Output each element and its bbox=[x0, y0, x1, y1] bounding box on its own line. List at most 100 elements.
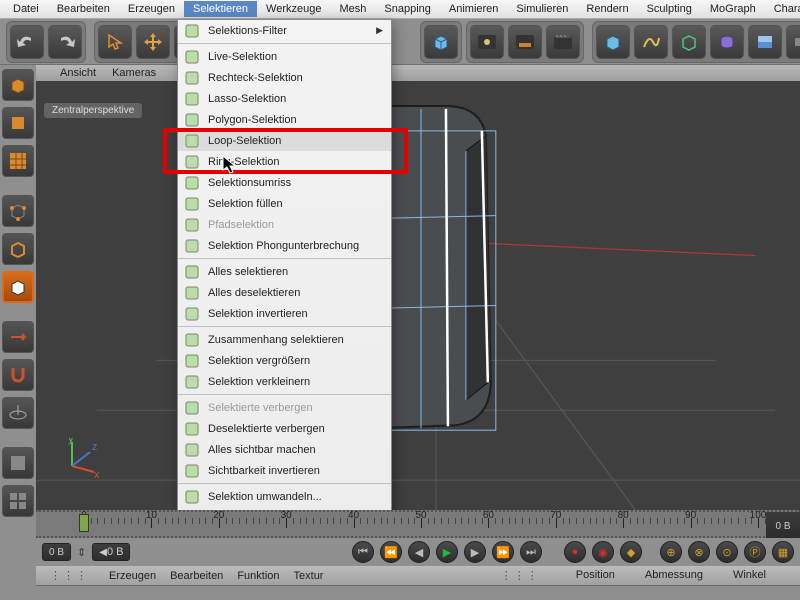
undo-button[interactable] bbox=[10, 25, 44, 59]
menu-item-label: Alles sichtbar machen bbox=[208, 444, 316, 456]
keyframe-button[interactable]: ◆ bbox=[620, 541, 642, 563]
tab-bearbeiten[interactable]: Bearbeiten bbox=[170, 570, 223, 582]
menu-mograph[interactable]: MoGraph bbox=[701, 1, 765, 17]
add-deformer-button[interactable] bbox=[710, 25, 744, 59]
menu-item-zusammenhang-selektieren[interactable]: Zusammenhang selektieren bbox=[178, 329, 391, 350]
snap-button[interactable] bbox=[2, 359, 34, 391]
point-mode-button[interactable] bbox=[2, 195, 34, 227]
timeline[interactable]: 0102030405060708090100 0 B bbox=[36, 510, 800, 538]
add-camera-button[interactable] bbox=[786, 25, 800, 59]
menu-item-pfadselektion: Pfadselektion bbox=[178, 214, 391, 235]
menu-snapping[interactable]: Snapping bbox=[375, 1, 440, 17]
next-key-button[interactable]: ⏩ bbox=[492, 541, 514, 563]
menu-item-label: Sichtbarkeit invertieren bbox=[208, 465, 320, 477]
step-fwd-button[interactable]: ▶ bbox=[464, 541, 486, 563]
menu-item-selektion-vergr-ern[interactable]: Selektion vergrößern bbox=[178, 350, 391, 371]
menu-item-deselektierte-verbergen[interactable]: Deselektierte verbergen bbox=[178, 418, 391, 439]
menu-item-alles-selektieren[interactable]: Alles selektieren bbox=[178, 261, 391, 282]
viewport-tab-kameras[interactable]: Kameras bbox=[112, 67, 156, 79]
prev-key-button[interactable]: ⏪ bbox=[380, 541, 402, 563]
menu-item-rechteck-selektion[interactable]: Rechteck-Selektion bbox=[178, 67, 391, 88]
goto-start-button[interactable]: ⏮ bbox=[352, 541, 374, 563]
timeline-ruler[interactable]: 0102030405060708090100 bbox=[84, 518, 796, 540]
menu-item-loop-selektion[interactable]: Loop-Selektion bbox=[178, 130, 391, 151]
menu-item-selektion-phongunterbrechung[interactable]: Selektion Phongunterbrechung bbox=[178, 235, 391, 256]
menu-rendern[interactable]: Rendern bbox=[577, 1, 637, 17]
menu-item-label: Deselektierte verbergen bbox=[208, 423, 325, 435]
timeline-end-field[interactable]: 0 B bbox=[766, 512, 800, 540]
menu-item-selektions-filter[interactable]: Selektions-Filter▶ bbox=[178, 20, 391, 41]
key-param-button[interactable]: Ⓟ bbox=[744, 541, 766, 563]
menu-item-sichtbarkeit-invertieren[interactable]: Sichtbarkeit invertieren bbox=[178, 460, 391, 481]
step-back-button[interactable]: ◀ bbox=[408, 541, 430, 563]
menu-animieren[interactable]: Animieren bbox=[440, 1, 508, 17]
menu-item-label: Selektion verkleinern bbox=[208, 376, 310, 388]
menu-mesh[interactable]: Mesh bbox=[330, 1, 375, 17]
primitive-cube-button[interactable] bbox=[424, 25, 458, 59]
move-tool[interactable] bbox=[136, 25, 170, 59]
record-button[interactable]: ● bbox=[564, 541, 586, 563]
coord-position-label: Position bbox=[576, 569, 615, 582]
menu-item-lasso-selektion[interactable]: Lasso-Selektion bbox=[178, 88, 391, 109]
menu-charakter[interactable]: Charak bbox=[765, 1, 800, 17]
svg-text:y: y bbox=[68, 438, 74, 445]
add-generator-button[interactable] bbox=[672, 25, 706, 59]
key-scale-button[interactable]: ⊗ bbox=[688, 541, 710, 563]
menu-item-ring-selektion[interactable]: Ring-Selektion bbox=[178, 151, 391, 172]
key-pos-button[interactable]: ⊕ bbox=[660, 541, 682, 563]
menu-item-polygon-selektion[interactable]: Polygon-Selektion bbox=[178, 109, 391, 130]
edge-mode-button[interactable] bbox=[2, 233, 34, 265]
add-cube-button[interactable] bbox=[596, 25, 630, 59]
viewport-tab-ansicht[interactable]: Ansicht bbox=[60, 67, 96, 79]
menu-bearbeiten[interactable]: Bearbeiten bbox=[48, 1, 119, 17]
menu-item-selektion-umwandeln-[interactable]: Selektion umwandeln... bbox=[178, 486, 391, 507]
play-button[interactable]: ▶ bbox=[436, 541, 458, 563]
workplane-button[interactable] bbox=[2, 397, 34, 429]
axis-x-button[interactable] bbox=[2, 321, 34, 353]
redo-button[interactable] bbox=[48, 25, 82, 59]
key-pla-button[interactable]: ▦ bbox=[772, 541, 794, 563]
3d-viewport[interactable]: Zentralperspektive bbox=[36, 81, 800, 510]
autokey-button[interactable]: ◉ bbox=[592, 541, 614, 563]
polygon-mode-button[interactable] bbox=[2, 271, 34, 303]
menu-item-selektionsumriss[interactable]: Selektionsumriss bbox=[178, 172, 391, 193]
menu-werkzeuge[interactable]: Werkzeuge bbox=[257, 1, 330, 17]
goto-end-button[interactable]: ⏭ bbox=[520, 541, 542, 563]
start-frame-field[interactable]: ◀ 0 B bbox=[92, 543, 130, 561]
menu-datei[interactable]: Datei bbox=[4, 1, 48, 17]
current-frame-field[interactable]: 0 B bbox=[42, 543, 71, 561]
object-mode-button[interactable] bbox=[2, 107, 34, 139]
menu-item-alles-sichtbar-machen[interactable]: Alles sichtbar machen bbox=[178, 439, 391, 460]
menu-item-label: Alles deselektieren bbox=[208, 287, 300, 299]
timeline-playhead[interactable] bbox=[79, 514, 89, 532]
picture-viewer-button[interactable] bbox=[508, 25, 542, 59]
menu-item-selektion-invertieren[interactable]: Selektion invertieren bbox=[178, 303, 391, 324]
add-spline-button[interactable] bbox=[634, 25, 668, 59]
menu-item-alles-deselektieren[interactable]: Alles deselektieren bbox=[178, 282, 391, 303]
menu-item-selektion-verkleinern[interactable]: Selektion verkleinern bbox=[178, 371, 391, 392]
menu-item-selektierte-verbergen: Selektierte verbergen bbox=[178, 397, 391, 418]
menu-sculpting[interactable]: Sculpting bbox=[638, 1, 701, 17]
render-settings-button[interactable] bbox=[546, 25, 580, 59]
viewport-layout-button[interactable] bbox=[2, 485, 34, 517]
menu-item-icon bbox=[184, 154, 200, 170]
selektieren-dropdown: Selektions-Filter▶ Live-SelektionRechteck… bbox=[177, 19, 392, 552]
model-mode-button[interactable] bbox=[2, 69, 34, 101]
menu-item-icon bbox=[184, 49, 200, 65]
texture-mode-button[interactable] bbox=[2, 145, 34, 177]
menu-selektieren[interactable]: Selektieren bbox=[184, 1, 257, 17]
render-view-button[interactable] bbox=[470, 25, 504, 59]
menu-item-live-selektion[interactable]: Live-Selektion bbox=[178, 46, 391, 67]
menu-erzeugen[interactable]: Erzeugen bbox=[119, 1, 184, 17]
menu-item-selektion-f-llen[interactable]: Selektion füllen bbox=[178, 193, 391, 214]
tab-funktion[interactable]: Funktion bbox=[237, 570, 279, 582]
add-environment-button[interactable] bbox=[748, 25, 782, 59]
tab-erzeugen[interactable]: Erzeugen bbox=[109, 570, 156, 582]
svg-text:x: x bbox=[94, 469, 100, 478]
tab-textur[interactable]: Textur bbox=[294, 570, 324, 582]
viewport-solo-button[interactable] bbox=[2, 447, 34, 479]
select-tool[interactable] bbox=[98, 25, 132, 59]
menu-simulieren[interactable]: Simulieren bbox=[507, 1, 577, 17]
menu-item-icon bbox=[184, 175, 200, 191]
key-rot-button[interactable]: ⊙ bbox=[716, 541, 738, 563]
